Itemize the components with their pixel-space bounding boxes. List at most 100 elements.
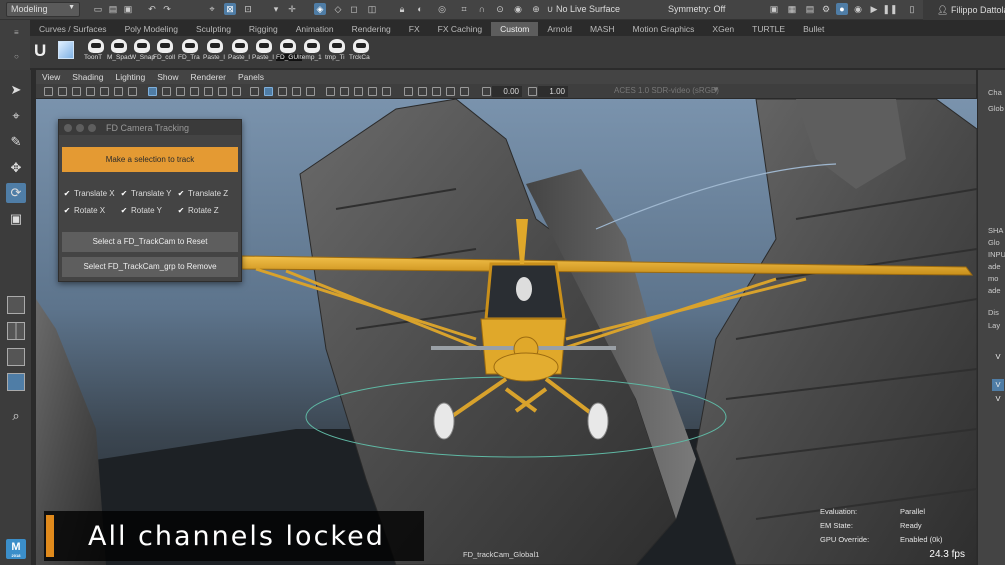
magnet-tool-icon[interactable]: U (34, 41, 46, 61)
snap-curve-icon[interactable]: ∩ (476, 3, 488, 15)
shelf-tab-curves[interactable]: Curves / Surfaces (30, 22, 116, 36)
maximize-window-icon[interactable] (88, 123, 96, 132)
snap-live-icon[interactable]: ⊕ (530, 3, 542, 15)
hypershade-icon[interactable]: ● (836, 3, 848, 15)
shelf-tool-m-spac[interactable]: M_Spac (107, 39, 131, 66)
search-icon[interactable]: ⌕ (6, 406, 26, 426)
layer-visibility-toggle[interactable]: V (992, 379, 1004, 391)
antialias-icon[interactable] (368, 87, 377, 96)
reset-trackcam-button[interactable]: Select a FD_TrackCam to Reset (62, 232, 238, 252)
dropdown-arrow-icon[interactable]: ▾ (270, 3, 282, 15)
select-object-icon[interactable]: ⊠ (224, 3, 236, 15)
snap-grid-icon[interactable]: ⌗ (458, 3, 470, 15)
remove-trackcam-button[interactable]: Select FD_TrackCam_grp to Remove (62, 257, 238, 277)
shelf-tool-paste-2[interactable]: Paste_I (228, 39, 252, 66)
depth-of-field-icon[interactable] (382, 87, 391, 96)
cube-tool-icon[interactable] (58, 41, 74, 59)
xray-joints-icon[interactable] (432, 87, 441, 96)
grease-pencil-icon[interactable] (128, 87, 137, 96)
checkbox-translate-y[interactable]: ✔ Translate Y (120, 189, 172, 198)
close-window-icon[interactable] (64, 123, 72, 132)
shelf-tool-paste-1[interactable]: Paste_I (203, 39, 227, 66)
shelf-tab-poly[interactable]: Poly Modeling (116, 22, 187, 36)
lasso-icon[interactable]: ⌖ (6, 106, 26, 126)
gamma-icon[interactable] (528, 87, 537, 96)
ipr-render-icon[interactable]: ▤ (804, 3, 816, 15)
xray-icon[interactable] (418, 87, 427, 96)
ambient-occlusion-icon[interactable] (340, 87, 349, 96)
open-scene-icon[interactable]: ▤ (107, 3, 119, 15)
exposure-field[interactable]: 0.00 (492, 86, 522, 97)
render-settings-icon[interactable]: ⚙ (820, 3, 832, 15)
shelf-tab-rendering[interactable]: Rendering (343, 22, 400, 36)
minimize-window-icon[interactable] (76, 123, 84, 132)
rotate-icon[interactable]: ⟳ (6, 183, 26, 203)
shelf-tab-custom[interactable]: Custom (491, 22, 539, 36)
bookmark-icon[interactable] (86, 87, 95, 96)
layer-visibility-toggle[interactable]: V (992, 351, 1004, 363)
shelf-tab-sculpting[interactable]: Sculpting (187, 22, 240, 36)
sidebar-toggle-icon[interactable]: ▯ (906, 3, 918, 15)
camera-lock-icon[interactable] (58, 87, 67, 96)
motion-blur-icon[interactable] (354, 87, 363, 96)
edge-mask-icon[interactable]: ◇ (332, 3, 344, 15)
outliner-layout-icon[interactable] (7, 373, 25, 391)
safe-title-icon[interactable] (232, 87, 241, 96)
shelf-tool-temp[interactable]: temp_1 (300, 39, 324, 66)
channel-box-tab[interactable]: Cha (988, 88, 1002, 97)
field-chart-icon[interactable] (204, 87, 213, 96)
shelf-options-icon[interactable]: ○ (14, 52, 19, 61)
shelf-tab-fx[interactable]: FX (400, 22, 429, 36)
isolate-select-icon[interactable] (404, 87, 413, 96)
default-material-icon[interactable] (278, 87, 287, 96)
checkbox-rotate-y[interactable]: ✔ Rotate Y (120, 206, 162, 215)
shelf-tab-animation[interactable]: Animation (287, 22, 343, 36)
chevron-down-icon[interactable]: ▼ (712, 85, 720, 94)
track-selection-button[interactable]: Make a selection to track (62, 147, 238, 172)
colorspace-dropdown[interactable]: ACES 1.0 SDR-video (sRGB) (578, 86, 758, 97)
four-pane-layout-icon[interactable] (7, 322, 25, 340)
undo-icon[interactable]: ↶ (146, 3, 158, 15)
safe-action-icon[interactable] (218, 87, 227, 96)
layers-tab[interactable]: Lay (988, 321, 1000, 330)
shelf-menu-icon[interactable]: ≡ (14, 28, 19, 37)
checkbox-rotate-x[interactable]: ✔ Rotate X (63, 206, 106, 215)
checkbox-translate-z[interactable]: ✔ Translate Z (177, 189, 229, 198)
resolution-gate-icon[interactable] (176, 87, 185, 96)
wireframe-icon[interactable] (250, 87, 259, 96)
live-surface-label[interactable]: No Live Surface (556, 4, 620, 14)
select-icon[interactable]: ➤ (6, 80, 26, 100)
select-hierarchy-icon[interactable]: ⌖ (206, 3, 218, 15)
render-view-icon[interactable]: ▣ (768, 3, 780, 15)
gate-mask-icon[interactable] (190, 87, 199, 96)
shelf-tool-tmp-ti[interactable]: tmp_Ti (325, 39, 349, 66)
display-tab[interactable]: Dis (988, 308, 999, 317)
snap-view-icon[interactable]: ◉ (512, 3, 524, 15)
shelf-tool-fd-tra[interactable]: FD_Tra (178, 39, 202, 66)
uv-mask-icon[interactable]: ◫ (366, 3, 378, 15)
highlight-icon[interactable]: ◐ (414, 3, 426, 15)
film-gate-icon[interactable] (162, 87, 171, 96)
shelf-tool-paste-3[interactable]: Paste_I (252, 39, 276, 66)
paint-select-icon[interactable]: ✎ (6, 132, 26, 152)
select-component-icon[interactable]: ⊡ (242, 3, 254, 15)
vertex-mask-icon[interactable]: ◈ (314, 3, 326, 15)
side-by-side-layout-icon[interactable] (7, 348, 25, 366)
shelf-tab-fx-caching[interactable]: FX Caching (429, 22, 491, 36)
camera-attributes-icon[interactable] (72, 87, 81, 96)
redo-icon[interactable]: ↷ (161, 3, 173, 15)
backface-icon[interactable] (460, 87, 469, 96)
new-scene-icon[interactable]: ▭ (92, 3, 104, 15)
menu-set-dropdown[interactable]: Modeling ▼ (6, 2, 80, 17)
shelf-tab-arnold[interactable]: Arnold (538, 22, 581, 36)
pause-icon[interactable]: ❚❚ (882, 3, 897, 15)
exposure-icon[interactable] (482, 87, 491, 96)
scale-icon[interactable]: ▣ (6, 209, 26, 229)
menu-show[interactable]: Show (151, 70, 184, 84)
soft-select-icon[interactable]: ◎ (436, 3, 448, 15)
save-scene-icon[interactable]: ▣ (122, 3, 134, 15)
user-account[interactable]: 👤︎ Filippo Dattola (923, 0, 1005, 20)
shelf-tool-toont[interactable]: ToonT (84, 39, 108, 66)
single-pane-layout-icon[interactable] (7, 296, 25, 314)
shelf-tool-trckca[interactable]: TrckCa (349, 39, 373, 66)
